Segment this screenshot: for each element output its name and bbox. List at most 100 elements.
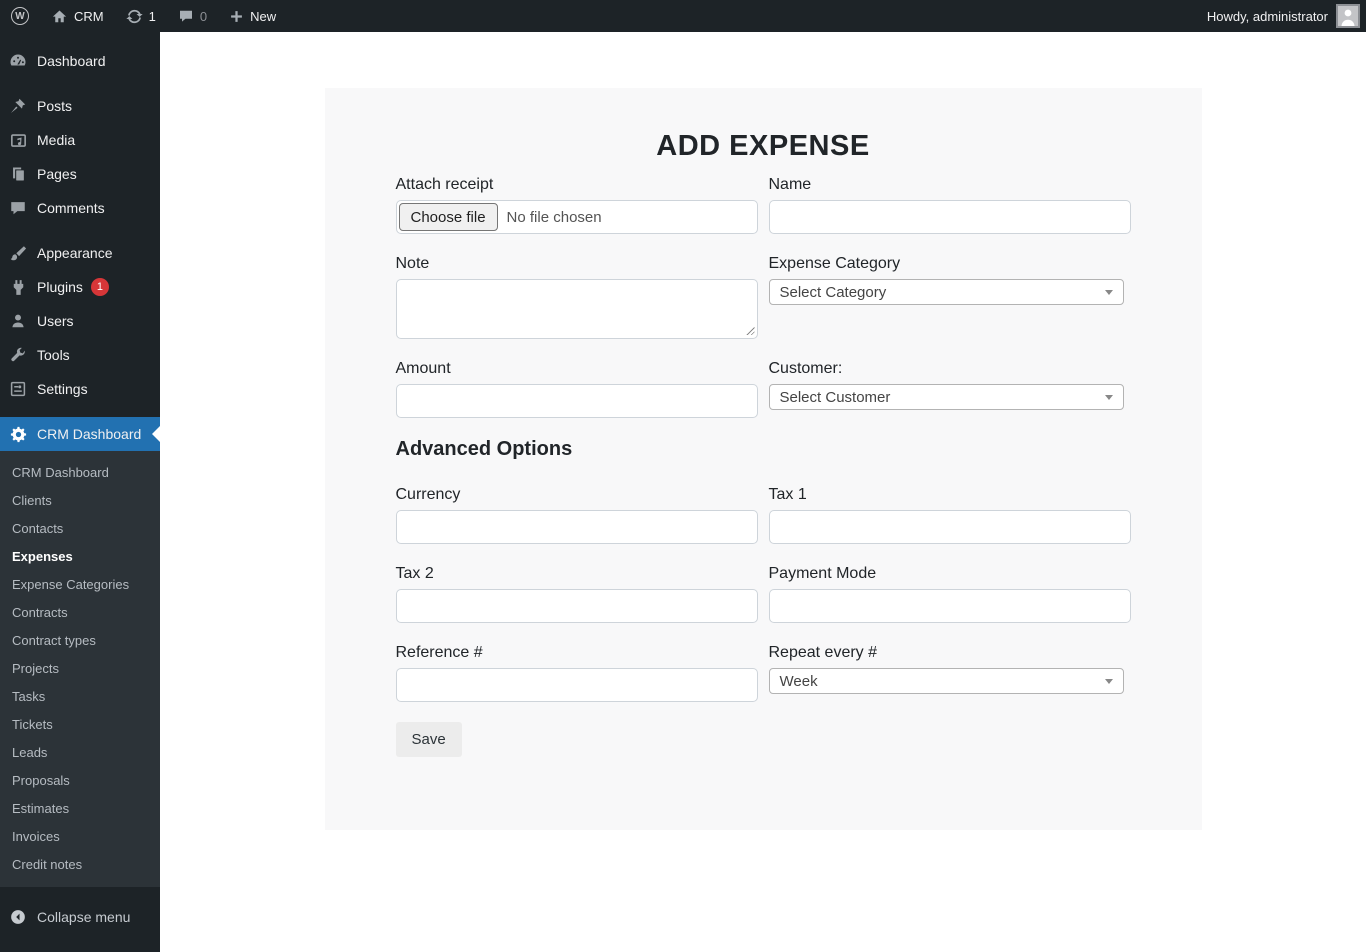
add-expense-card: ADD EXPENSE Attach receipt Choose file N…	[325, 88, 1202, 830]
sidebar-item-pages[interactable]: Pages	[0, 157, 160, 191]
sidebar-item-label: Tools	[37, 347, 70, 363]
currency-label: Currency	[396, 485, 758, 504]
payment-mode-field: Payment Mode	[769, 564, 1131, 623]
sidebar-item-label: Pages	[37, 166, 77, 182]
media-icon	[8, 130, 28, 150]
plugin-icon	[8, 277, 28, 297]
submenu-item-tasks[interactable]: Tasks	[0, 682, 160, 710]
tax2-field: Tax 2	[396, 564, 758, 623]
repeat-every-select[interactable]: Week	[769, 668, 1124, 694]
main-content: ADD EXPENSE Attach receipt Choose file N…	[160, 32, 1366, 952]
tax2-label: Tax 2	[396, 564, 758, 583]
submenu-item-invoices[interactable]: Invoices	[0, 822, 160, 850]
sidebar-item-label: Media	[37, 132, 75, 148]
submenu-item-contacts[interactable]: Contacts	[0, 514, 160, 542]
reference-field: Reference #	[396, 643, 758, 702]
submenu-item-expense-categories[interactable]: Expense Categories	[0, 570, 160, 598]
tax1-label: Tax 1	[769, 485, 1131, 504]
sidebar-item-label: Plugins	[37, 279, 83, 295]
note-field: Note	[396, 254, 758, 339]
pushpin-icon	[8, 96, 28, 116]
sidebar-item-plugins[interactable]: Plugins 1	[0, 270, 160, 304]
user-icon	[8, 311, 28, 331]
comments-count: 0	[200, 9, 207, 24]
admin-bar-comments[interactable]: 0	[167, 0, 218, 32]
sidebar-item-posts[interactable]: Posts	[0, 89, 160, 123]
amount-label: Amount	[396, 359, 758, 378]
plugins-update-badge: 1	[91, 278, 109, 296]
admin-bar: CRM 1 0 New Howdy, administrator	[0, 0, 1366, 32]
admin-bar-new[interactable]: New	[218, 0, 287, 32]
save-button[interactable]: Save	[396, 722, 462, 757]
note-label: Note	[396, 254, 758, 273]
menu-separator	[0, 78, 160, 89]
sidebar-item-media[interactable]: Media	[0, 123, 160, 157]
choose-file-button[interactable]: Choose file	[399, 203, 498, 231]
gear-icon	[8, 424, 28, 444]
admin-bar-right: Howdy, administrator	[1207, 0, 1366, 32]
dropdown-arrow-icon	[1105, 679, 1113, 684]
sidebar-item-label: Dashboard	[37, 53, 106, 69]
user-avatar[interactable]	[1336, 4, 1360, 28]
tax2-input[interactable]	[396, 589, 758, 623]
submenu-item-expenses[interactable]: Expenses	[0, 542, 160, 570]
updates-icon	[126, 8, 143, 25]
submenu-item-contract-types[interactable]: Contract types	[0, 626, 160, 654]
sidebar-item-label: Users	[37, 313, 74, 329]
submenu-item-proposals[interactable]: Proposals	[0, 766, 160, 794]
admin-bar-site[interactable]: CRM	[40, 0, 115, 32]
sidebar-item-comments[interactable]: Comments	[0, 191, 160, 225]
attach-receipt-file-input[interactable]: Choose file No file chosen	[396, 200, 758, 234]
site-name: CRM	[74, 9, 104, 24]
submenu-item-crm-dashboard[interactable]: CRM Dashboard	[0, 458, 160, 486]
sidebar-item-label: CRM Dashboard	[37, 426, 141, 442]
sidebar-item-users[interactable]: Users	[0, 304, 160, 338]
attach-receipt-label: Attach receipt	[396, 175, 758, 194]
collapse-menu-button[interactable]: Collapse menu	[0, 900, 160, 934]
expense-category-field: Expense Category Select Category	[769, 254, 1131, 305]
menu-separator	[0, 406, 160, 417]
advanced-options-heading: Advanced Options	[396, 438, 1131, 461]
customer-select[interactable]: Select Customer	[769, 384, 1124, 410]
submenu-item-tickets[interactable]: Tickets	[0, 710, 160, 738]
settings-icon	[8, 379, 28, 399]
customer-label: Customer:	[769, 359, 1131, 378]
note-textarea[interactable]	[396, 279, 758, 339]
wordpress-menu[interactable]	[0, 0, 40, 32]
admin-bar-left: CRM 1 0 New	[0, 0, 287, 32]
payment-mode-input[interactable]	[769, 589, 1131, 623]
submenu-item-contracts[interactable]: Contracts	[0, 598, 160, 626]
submenu-item-projects[interactable]: Projects	[0, 654, 160, 682]
admin-bar-updates[interactable]: 1	[115, 0, 167, 32]
sidebar-item-dashboard[interactable]: Dashboard	[0, 44, 160, 78]
wordpress-logo-icon	[11, 7, 29, 25]
sidebar-item-appearance[interactable]: Appearance	[0, 236, 160, 270]
dropdown-arrow-icon	[1105, 395, 1113, 400]
customer-selected-value: Select Customer	[780, 389, 891, 406]
submenu-item-clients[interactable]: Clients	[0, 486, 160, 514]
amount-input[interactable]	[396, 384, 758, 418]
dropdown-arrow-icon	[1105, 290, 1113, 295]
currency-input[interactable]	[396, 510, 758, 544]
name-input[interactable]	[769, 200, 1131, 234]
sidebar-item-tools[interactable]: Tools	[0, 338, 160, 372]
tax1-input[interactable]	[769, 510, 1131, 544]
repeat-every-selected-value: Week	[780, 673, 818, 690]
comment-bubble-icon	[178, 8, 194, 24]
new-label: New	[250, 9, 276, 24]
name-field: Name	[769, 175, 1131, 234]
howdy-text[interactable]: Howdy, administrator	[1207, 9, 1336, 24]
sidebar-item-label: Posts	[37, 98, 72, 114]
submenu-item-leads[interactable]: Leads	[0, 738, 160, 766]
sidebar-item-settings[interactable]: Settings	[0, 372, 160, 406]
updates-count: 1	[149, 9, 156, 24]
expense-category-label: Expense Category	[769, 254, 1131, 273]
submenu-item-estimates[interactable]: Estimates	[0, 794, 160, 822]
tax1-field: Tax 1	[769, 485, 1131, 544]
expense-category-selected-value: Select Category	[780, 284, 887, 301]
sidebar-item-crm-dashboard[interactable]: CRM Dashboard	[0, 417, 160, 451]
page-title: ADD EXPENSE	[396, 130, 1131, 163]
expense-category-select[interactable]: Select Category	[769, 279, 1124, 305]
submenu-item-credit-notes[interactable]: Credit notes	[0, 850, 160, 878]
reference-input[interactable]	[396, 668, 758, 702]
